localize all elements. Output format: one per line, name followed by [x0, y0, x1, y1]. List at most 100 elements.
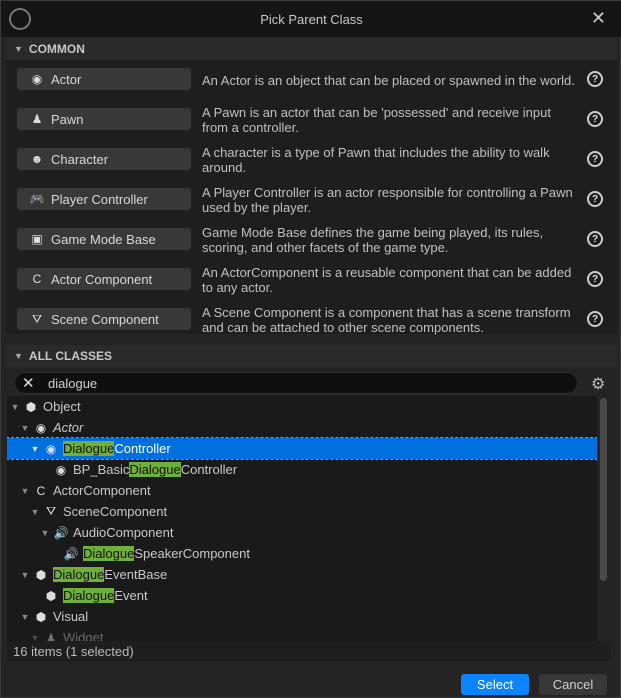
- common-class-button[interactable]: ◉ Actor: [17, 68, 191, 90]
- search-match-highlight: Dialogue: [129, 462, 181, 477]
- expand-arrow-icon[interactable]: ▼: [19, 486, 31, 496]
- search-match-highlight: Dialogue: [53, 567, 105, 582]
- common-class-row: ◉ Actor An Actor is an object that can be…: [6, 60, 617, 100]
- common-class-button[interactable]: ⛛ Scene Component: [17, 308, 191, 330]
- label-suffix: Controller: [114, 441, 171, 456]
- tree-item-label: DialogueSpeakerComponent: [83, 546, 250, 561]
- expand-arrow-icon[interactable]: ▼: [9, 402, 21, 412]
- class-button-label: Game Mode Base: [51, 231, 156, 247]
- common-class-button[interactable]: C Actor Component: [17, 268, 191, 290]
- common-class-row: C Actor Component An ActorComponent is a …: [6, 260, 617, 300]
- common-section-header[interactable]: ▼ COMMON: [6, 38, 617, 60]
- expand-arrow-icon[interactable]: ▼: [39, 528, 51, 538]
- tree-item[interactable]: ▼ 🔊 AudioComponent: [7, 522, 597, 543]
- all-classes-header-label: ALL CLASSES: [28, 349, 113, 363]
- cancel-button[interactable]: Cancel: [539, 674, 607, 695]
- tree-item[interactable]: ▼ ⛛ SceneComponent: [7, 501, 597, 522]
- tree-item[interactable]: ▼ ⬢ Object: [7, 396, 597, 417]
- tree-item[interactable]: ▼ ⬢ DialogueEventBase: [7, 564, 597, 585]
- tree-scrollbar[interactable]: [600, 398, 607, 581]
- tree-item[interactable]: ▼ ◉ Actor: [7, 417, 597, 438]
- tree-item-label: ActorComponent: [53, 483, 151, 498]
- help-icon[interactable]: ?: [587, 191, 603, 207]
- common-class-row: 🎮 Player Controller A Player Controller i…: [6, 180, 617, 220]
- tree-item-label: DialogueEventBase: [53, 567, 167, 582]
- class-button-label: Character: [51, 151, 109, 167]
- common-class-button[interactable]: ▣ Game Mode Base: [17, 228, 191, 250]
- widget-icon: ♟: [45, 630, 57, 642]
- class-button-label: Player Controller: [51, 191, 148, 207]
- expand-arrow-icon[interactable]: ▼: [29, 444, 41, 454]
- expand-arrow-icon[interactable]: ▼: [29, 507, 41, 517]
- label-prefix: AudioComponent: [73, 525, 174, 540]
- help-icon[interactable]: ?: [587, 271, 603, 287]
- object-icon: ⬢: [35, 609, 47, 624]
- tree-item-label: Widget: [63, 630, 103, 641]
- select-button[interactable]: Select: [461, 674, 529, 695]
- label-suffix: Event: [114, 588, 148, 603]
- label-suffix: Controller: [180, 462, 238, 477]
- class-button-label: Scene Component: [51, 311, 159, 327]
- class-description: Game Mode Base defines the game being pl…: [202, 225, 544, 255]
- label-suffix: EventBase: [104, 567, 168, 582]
- search-match-highlight: Dialogue: [63, 588, 115, 603]
- search-input[interactable]: [48, 375, 548, 391]
- help-icon[interactable]: ?: [587, 151, 603, 167]
- class-button-label: Actor: [51, 71, 82, 87]
- scene-component-icon: ⛛: [45, 504, 57, 518]
- scene-component-icon: ⛛: [31, 311, 43, 326]
- all-classes-section-header[interactable]: ▼ ALL CLASSES: [6, 345, 617, 367]
- expand-arrow-icon[interactable]: ▼: [19, 570, 31, 580]
- object-icon: ⬢: [35, 567, 47, 582]
- common-class-button[interactable]: ♟ Pawn: [17, 108, 191, 130]
- tree-item[interactable]: ▼ C ActorComponent: [7, 480, 597, 501]
- class-description: A Scene Component is a component that ha…: [202, 305, 571, 335]
- class-description: A Player Controller is an actor responsi…: [202, 185, 573, 215]
- unreal-logo-icon: [9, 8, 31, 30]
- pawn-icon: ♟: [31, 112, 43, 126]
- tree-item[interactable]: ◉ BP_BasicDialogueController: [7, 459, 597, 480]
- tree-item-label: Actor: [53, 420, 83, 435]
- clear-search-icon[interactable]: ✕: [22, 374, 36, 392]
- character-icon: ☻: [30, 152, 44, 166]
- tree-item-label: Object: [43, 399, 81, 414]
- common-class-button[interactable]: ☻ Character: [17, 148, 191, 170]
- tree-item-label: BP_BasicDialogueController: [73, 462, 237, 477]
- class-description: An Actor is an object that can be placed…: [202, 72, 575, 88]
- common-class-row: ⛛ Scene Component A Scene Component is a …: [6, 300, 617, 340]
- tree-item[interactable]: 🔊 DialogueSpeakerComponent: [7, 543, 597, 564]
- speaker-icon: 🔊: [63, 546, 79, 561]
- label-prefix: BP_Basic: [73, 462, 130, 477]
- collapse-arrow-icon: ▼: [14, 351, 23, 361]
- tree-item[interactable]: ▼ ⬢ Visual: [7, 606, 597, 627]
- object-icon: ⬢: [45, 588, 57, 603]
- label-prefix: Actor: [53, 420, 84, 435]
- search-match-highlight: Dialogue: [83, 546, 135, 561]
- tree-item-label: Visual: [53, 609, 88, 624]
- label-prefix: SceneComponent: [63, 504, 168, 519]
- title-bar: Pick Parent Class ✕: [1, 1, 621, 37]
- tree-item-label: AudioComponent: [73, 525, 173, 540]
- class-tree: ▼ ⬢ Object ▼ ◉ Actor ▼ ◉ DialogueController ◉ BP_B…: [7, 396, 597, 641]
- class-description: A Pawn is an actor that can be 'possesse…: [202, 105, 551, 135]
- close-icon[interactable]: ✕: [591, 8, 606, 29]
- object-icon: ⬢: [25, 399, 37, 414]
- search-box[interactable]: ✕: [14, 372, 578, 394]
- tree-item[interactable]: ▼ ◉ DialogueController: [7, 437, 597, 460]
- gamepad-icon: 🎮: [29, 192, 45, 206]
- class-description: An ActorComponent is a reusable componen…: [202, 265, 572, 295]
- expand-arrow-icon[interactable]: ▼: [19, 612, 31, 622]
- tree-item-label: DialogueController: [63, 441, 171, 456]
- help-icon[interactable]: ?: [587, 231, 603, 247]
- tree-item[interactable]: ▼ ♟ Widget: [7, 627, 597, 641]
- expand-arrow-icon[interactable]: ▼: [29, 633, 41, 642]
- help-icon[interactable]: ?: [587, 111, 603, 127]
- expand-arrow-icon[interactable]: ▼: [19, 423, 31, 433]
- help-icon[interactable]: ?: [587, 311, 603, 327]
- gear-icon[interactable]: ⚙: [591, 374, 605, 394]
- dialog-title: Pick Parent Class: [260, 11, 363, 27]
- tree-item[interactable]: ⬢ DialogueEvent: [7, 585, 597, 606]
- common-class-button[interactable]: 🎮 Player Controller: [17, 188, 191, 210]
- help-icon[interactable]: ?: [587, 71, 603, 87]
- common-class-row: ▣ Game Mode Base Game Mode Base defines t…: [6, 220, 617, 260]
